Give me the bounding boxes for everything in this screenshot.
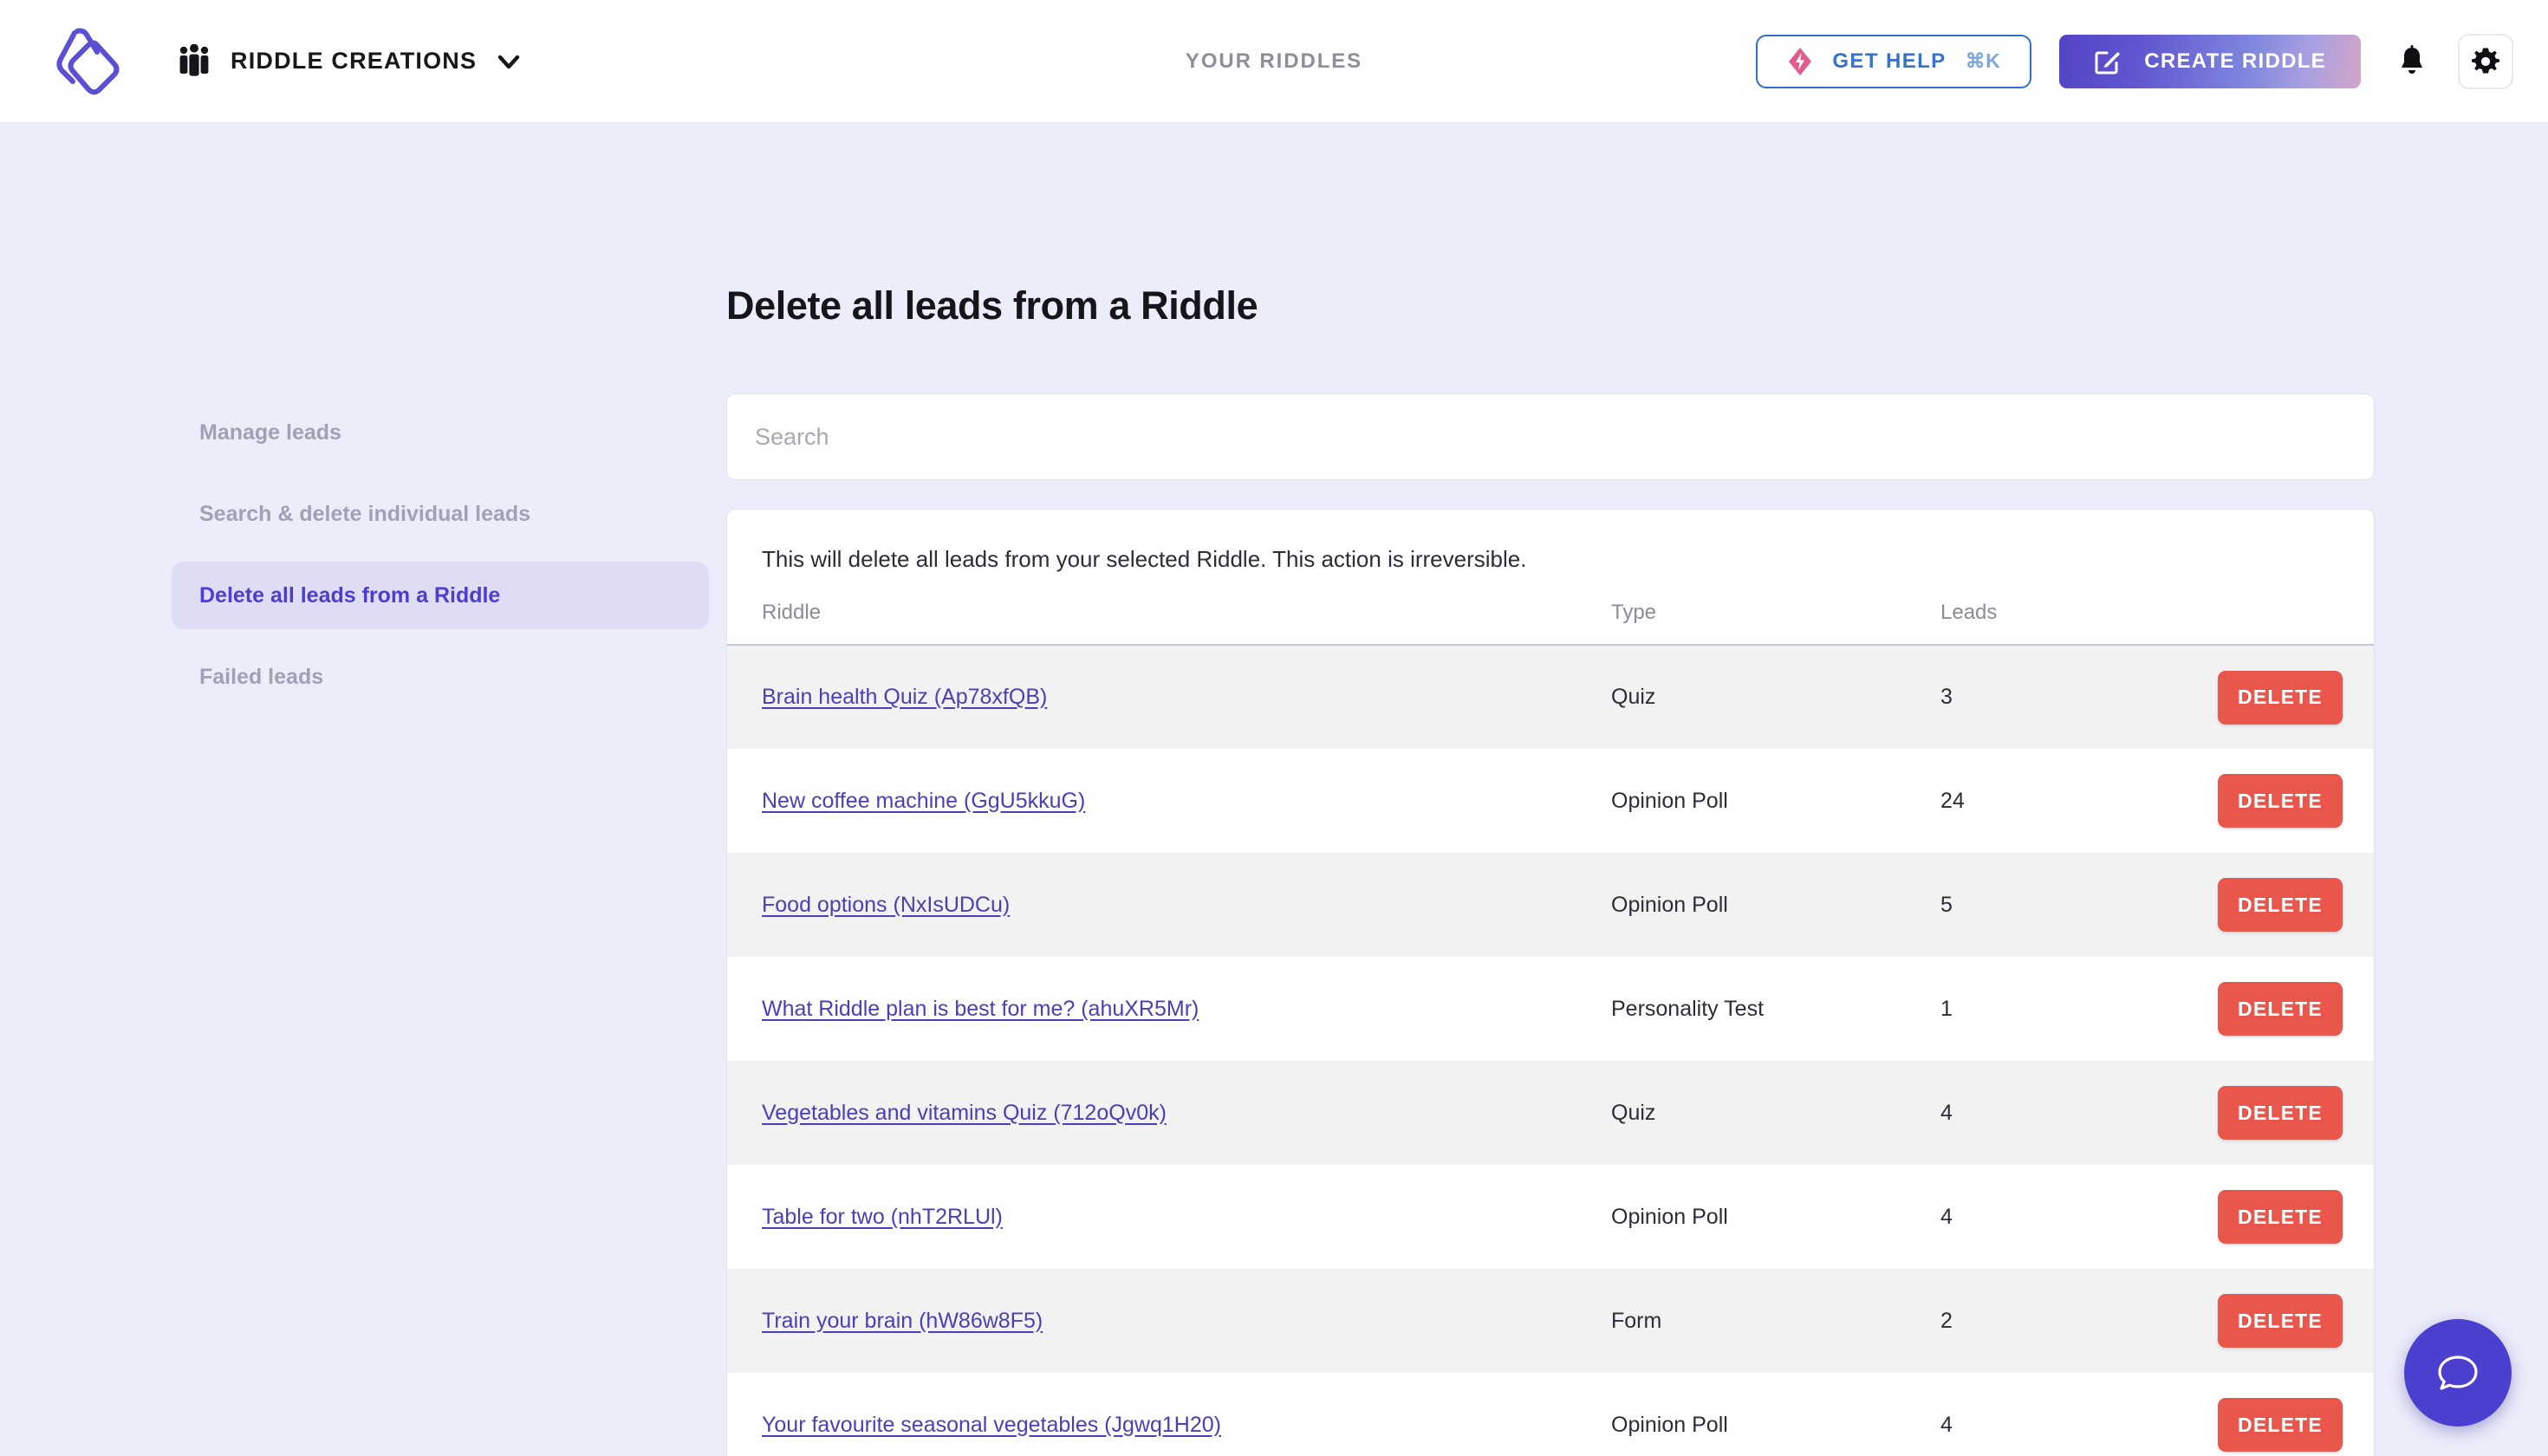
delete-button[interactable]: DELETE bbox=[2218, 1190, 2343, 1244]
cell-type: Opinion Poll bbox=[1611, 1204, 1728, 1229]
team-people-icon bbox=[179, 43, 209, 76]
cell-riddle: Table for two (nhT2RLUl) bbox=[727, 1165, 1611, 1269]
sidebar-item-label: Delete all leads from a Riddle bbox=[199, 582, 501, 608]
cell-type: Opinion Poll bbox=[1611, 788, 1728, 813]
notification-bell-icon[interactable] bbox=[2397, 44, 2427, 78]
cell-action: DELETE bbox=[2218, 957, 2374, 1061]
cell-type: Opinion Poll bbox=[1611, 1412, 1728, 1437]
delete-button[interactable]: DELETE bbox=[2218, 774, 2343, 828]
riddle-link[interactable]: What Riddle plan is best for me? (ahuXR5… bbox=[762, 997, 1199, 1022]
riddle-link[interactable]: Table for two (nhT2RLUl) bbox=[762, 1205, 1003, 1230]
chat-widget-button[interactable] bbox=[2404, 1319, 2512, 1427]
cell-type: Personality Test bbox=[1611, 996, 1765, 1021]
riddles-table: Riddle Type Leads Brain health Quiz (Ap7… bbox=[727, 601, 2374, 1456]
app-header: RIDDLE CREATIONS YOUR RIDDLES GET HELP ⌘… bbox=[0, 0, 2548, 123]
cell-leads: 4 bbox=[1940, 1204, 1953, 1229]
delete-button[interactable]: DELETE bbox=[2218, 1398, 2343, 1452]
help-diamond-icon bbox=[1789, 47, 1812, 75]
cell-action: DELETE bbox=[2218, 1061, 2374, 1165]
cell-action: DELETE bbox=[2218, 1373, 2374, 1456]
cell-leads: 4 bbox=[1940, 1412, 1953, 1437]
riddle-logo-icon[interactable] bbox=[49, 24, 123, 99]
cell-action: DELETE bbox=[2218, 749, 2374, 853]
cell-riddle: Your favourite seasonal vegetables (Jgwq… bbox=[727, 1373, 1611, 1456]
cell-leads: 3 bbox=[1940, 685, 1953, 709]
irreversible-warning: This will delete all leads from your sel… bbox=[762, 546, 1527, 572]
cell-action: DELETE bbox=[2218, 1165, 2374, 1269]
column-header-type: Type bbox=[1611, 601, 1940, 646]
riddle-link[interactable]: Your favourite seasonal vegetables (Jgwq… bbox=[762, 1413, 1221, 1438]
search-input[interactable] bbox=[755, 423, 2346, 451]
sidebar-item-label: Manage leads bbox=[199, 419, 341, 445]
gear-icon bbox=[2472, 48, 2499, 73]
search-card bbox=[726, 393, 2375, 480]
settings-sidebar: Manage leads Search & delete individual … bbox=[172, 399, 709, 725]
delete-button[interactable]: DELETE bbox=[2218, 878, 2343, 932]
cell-action: DELETE bbox=[2218, 645, 2374, 749]
cell-type: Quiz bbox=[1611, 685, 1656, 709]
table-header-row: Riddle Type Leads bbox=[727, 601, 2374, 646]
cell-riddle: Food options (NxIsUDCu) bbox=[727, 853, 1611, 957]
delete-button[interactable]: DELETE bbox=[2218, 982, 2343, 1036]
sidebar-item-search-delete-individual-leads[interactable]: Search & delete individual leads bbox=[172, 480, 709, 548]
cell-riddle: Train your brain (hW86w8F5) bbox=[727, 1269, 1611, 1373]
table-row: New coffee machine (GgU5kkuG) Opinion Po… bbox=[727, 749, 2374, 853]
column-header-riddle: Riddle bbox=[727, 601, 1611, 646]
riddle-link[interactable]: Brain health Quiz (Ap78xfQB) bbox=[762, 685, 1047, 710]
cell-leads: 1 bbox=[1940, 996, 1953, 1021]
delete-button[interactable]: DELETE bbox=[2218, 1294, 2343, 1348]
page-title: Delete all leads from a Riddle bbox=[726, 283, 1258, 328]
riddle-link[interactable]: Train your brain (hW86w8F5) bbox=[762, 1309, 1043, 1334]
team-name-label: RIDDLE CREATIONS bbox=[231, 48, 478, 74]
sidebar-item-label: Search & delete individual leads bbox=[199, 501, 531, 526]
table-row: Your favourite seasonal vegetables (Jgwq… bbox=[727, 1373, 2374, 1456]
cell-leads: 4 bbox=[1940, 1100, 1953, 1125]
cell-riddle: Vegetables and vitamins Quiz (712oQv0k) bbox=[727, 1061, 1611, 1165]
cell-leads: 5 bbox=[1940, 892, 1953, 917]
get-help-button[interactable]: GET HELP ⌘K bbox=[1756, 34, 2032, 88]
cell-action: DELETE bbox=[2218, 853, 2374, 957]
chevron-down-icon bbox=[498, 55, 520, 68]
sidebar-item-label: Failed leads bbox=[199, 664, 324, 689]
cell-type: Opinion Poll bbox=[1611, 892, 1728, 917]
cell-riddle: What Riddle plan is best for me? (ahuXR5… bbox=[727, 957, 1611, 1061]
compose-pencil-icon bbox=[2095, 51, 2121, 74]
riddles-table-card: This will delete all leads from your sel… bbox=[726, 509, 2375, 1456]
column-header-actions bbox=[2218, 601, 2374, 646]
cell-type: Quiz bbox=[1611, 1100, 1656, 1125]
header-actions: GET HELP ⌘K CREATE RIDDLE bbox=[1756, 33, 2513, 89]
get-help-shortcut: ⌘K bbox=[1965, 49, 2001, 72]
get-help-label: GET HELP bbox=[1832, 49, 1947, 73]
delete-button[interactable]: DELETE bbox=[2218, 670, 2343, 725]
cell-riddle: Brain health Quiz (Ap78xfQB) bbox=[727, 645, 1611, 749]
table-row: Brain health Quiz (Ap78xfQB) Quiz 3 DELE… bbox=[727, 645, 2374, 749]
table-row: Train your brain (hW86w8F5) Form 2 DELET… bbox=[727, 1269, 2374, 1373]
cell-type: Form bbox=[1611, 1308, 1662, 1333]
cell-leads: 2 bbox=[1940, 1308, 1953, 1333]
cell-riddle: New coffee machine (GgU5kkuG) bbox=[727, 749, 1611, 853]
table-row: Vegetables and vitamins Quiz (712oQv0k) … bbox=[727, 1061, 2374, 1165]
page-body: Delete all leads from a Riddle Manage le… bbox=[0, 123, 2548, 1456]
riddle-link[interactable]: Vegetables and vitamins Quiz (712oQv0k) bbox=[762, 1101, 1167, 1126]
table-row: Food options (NxIsUDCu) Opinion Poll 5 D… bbox=[727, 853, 2374, 957]
table-header: Riddle Type Leads bbox=[727, 601, 2374, 646]
create-riddle-label: CREATE RIDDLE bbox=[2144, 49, 2326, 73]
sidebar-item-delete-all-leads[interactable]: Delete all leads from a Riddle bbox=[172, 562, 709, 629]
riddle-link[interactable]: Food options (NxIsUDCu) bbox=[762, 893, 1010, 918]
cell-leads: 24 bbox=[1940, 788, 1965, 813]
table-row: Table for two (nhT2RLUl) Opinion Poll 4 … bbox=[727, 1165, 2374, 1269]
sidebar-item-failed-leads[interactable]: Failed leads bbox=[172, 643, 709, 711]
cell-action: DELETE bbox=[2218, 1269, 2374, 1373]
team-switcher[interactable]: RIDDLE CREATIONS bbox=[175, 43, 523, 79]
settings-button[interactable] bbox=[2458, 33, 2513, 89]
sidebar-item-manage-leads[interactable]: Manage leads bbox=[172, 399, 709, 466]
chat-bubble-icon bbox=[2438, 1355, 2478, 1390]
nav-your-riddles[interactable]: YOUR RIDDLES bbox=[1186, 49, 1362, 74]
table-row: What Riddle plan is best for me? (ahuXR5… bbox=[727, 957, 2374, 1061]
riddle-link[interactable]: New coffee machine (GgU5kkuG) bbox=[762, 789, 1085, 814]
create-riddle-button[interactable]: CREATE RIDDLE bbox=[2059, 34, 2361, 88]
column-header-leads: Leads bbox=[1940, 601, 2218, 646]
table-body: Brain health Quiz (Ap78xfQB) Quiz 3 DELE… bbox=[727, 645, 2374, 1456]
delete-button[interactable]: DELETE bbox=[2218, 1086, 2343, 1140]
